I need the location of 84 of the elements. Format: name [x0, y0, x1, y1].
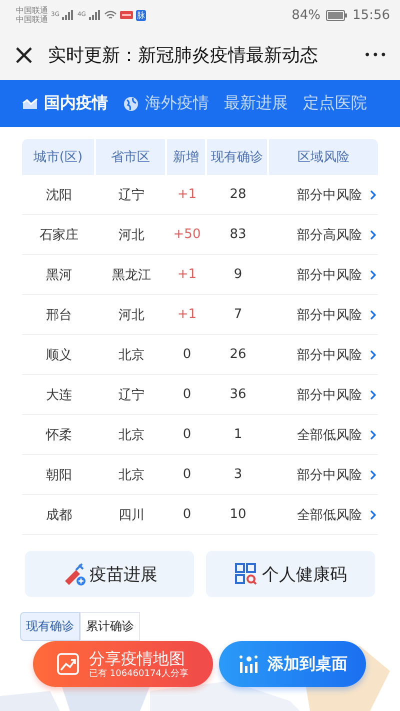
table-cell-text: 邢台: [45, 306, 73, 324]
table-cell-text: 3: [232, 467, 244, 482]
table-cell-text: 顺义: [45, 346, 73, 364]
column-header: 城市(区): [22, 139, 96, 175]
table-cell-text: 26: [228, 347, 248, 362]
table-cell-text: 9: [232, 267, 244, 282]
table-cell-text: 0: [182, 507, 192, 522]
globe-icon: [123, 96, 139, 112]
table-cell-text: 河北: [118, 226, 146, 244]
app-badge: 脉: [136, 10, 146, 20]
table-cell-text: +1: [176, 187, 198, 202]
chevron-right-icon: [370, 430, 376, 440]
table-cell-text: 83: [228, 227, 248, 242]
chevron-right-icon: [370, 270, 376, 280]
shortcut-button[interactable]: 疫苗进展: [25, 551, 194, 597]
clock-time: 15:56: [352, 8, 390, 22]
table-cell-text: 成都: [45, 506, 73, 524]
signal-icon: [88, 10, 101, 20]
tab[interactable]: 国内疫情: [22, 86, 108, 120]
risk-link[interactable]: 部分中风险: [297, 386, 362, 404]
column-header: 现有确诊: [207, 139, 269, 175]
table-cell-text: 7: [232, 307, 244, 322]
table-cell-text: 辽宁: [118, 386, 146, 404]
table-cell-text: 1: [232, 427, 244, 442]
add-to-desktop-button[interactable]: 添加到桌面: [219, 641, 366, 687]
table-cell-text: 朝阳: [45, 466, 73, 484]
table-cell-text: 沈阳: [45, 186, 73, 204]
risk-link[interactable]: 部分高风险: [297, 226, 362, 244]
share-count: 已有 106460174人分享: [89, 668, 188, 680]
signal-icon: [62, 10, 74, 20]
chart-icon: [57, 653, 79, 675]
risk-link[interactable]: 全部低风险: [297, 426, 362, 444]
close-button[interactable]: ×: [12, 41, 36, 69]
risk-link[interactable]: 部分中风险: [297, 466, 362, 484]
chevron-right-icon: [370, 390, 376, 400]
table-cell-text: 石家庄: [38, 226, 80, 244]
shortcut-button[interactable]: 个人健康码: [206, 551, 375, 597]
table-cell-text: 四川: [118, 506, 146, 524]
table-cell-text: 北京: [118, 426, 146, 444]
table-cell-text: 辽宁: [118, 186, 146, 204]
table-cell-text: 黑河: [45, 266, 73, 284]
table-cell-text: 10: [228, 507, 248, 522]
table-cell-text: 怀柔: [44, 426, 73, 444]
table-cell-text: 北京: [118, 346, 146, 364]
risk-link[interactable]: 部分中风险: [297, 186, 362, 204]
app-notification-icon: [120, 11, 133, 19]
chevron-right-icon: [370, 470, 376, 480]
page-title: 实时更新：新冠肺炎疫情最新动态: [48, 44, 319, 67]
bar-chart-icon: [238, 654, 258, 674]
table-cell-text: 河北: [118, 306, 146, 324]
battery-percent: 84%: [292, 8, 321, 22]
battery-icon: [326, 10, 348, 20]
chart-icon: [22, 96, 38, 112]
column-header: 新增: [167, 139, 207, 175]
risk-link[interactable]: 全部低风险: [297, 506, 362, 524]
chevron-right-icon: [370, 190, 376, 200]
table-cell-text: 36: [228, 387, 248, 402]
table-cell-text: 28: [228, 187, 248, 202]
table-cell-text: 大连: [45, 386, 73, 404]
risk-link[interactable]: 部分中风险: [297, 306, 362, 324]
chevron-right-icon: [370, 350, 376, 360]
more-button[interactable]: •••: [364, 48, 388, 62]
column-header: 省市区: [96, 139, 167, 175]
table-cell-text: +1: [176, 307, 198, 322]
chevron-right-icon: [370, 310, 376, 320]
chevron-right-icon: [370, 510, 376, 520]
table-cell-text: +50: [172, 227, 202, 242]
wifi-icon: [104, 10, 117, 20]
risk-link[interactable]: 部分中风险: [297, 266, 362, 284]
chevron-right-icon: [370, 230, 376, 240]
column-header: 区域风险: [269, 139, 378, 175]
risk-link[interactable]: 部分中风险: [297, 346, 362, 364]
toggle-option[interactable]: 累计确诊: [80, 612, 140, 641]
table-cell-text: 北京: [118, 466, 146, 484]
table-cell-text: 0: [182, 427, 192, 442]
toggle-option[interactable]: 现有确诊: [20, 612, 80, 641]
carrier-name: 中国联通: [16, 6, 48, 15]
table-cell-text: 黑龙江: [111, 266, 152, 284]
table-cell-text: 0: [182, 467, 192, 482]
qr-code-icon: [234, 562, 258, 586]
carrier-name: 中国联通: [16, 15, 48, 24]
table-cell-text: 0: [182, 347, 192, 362]
table-cell-text: +1: [176, 267, 198, 282]
table-cell-text: 0: [182, 387, 192, 402]
